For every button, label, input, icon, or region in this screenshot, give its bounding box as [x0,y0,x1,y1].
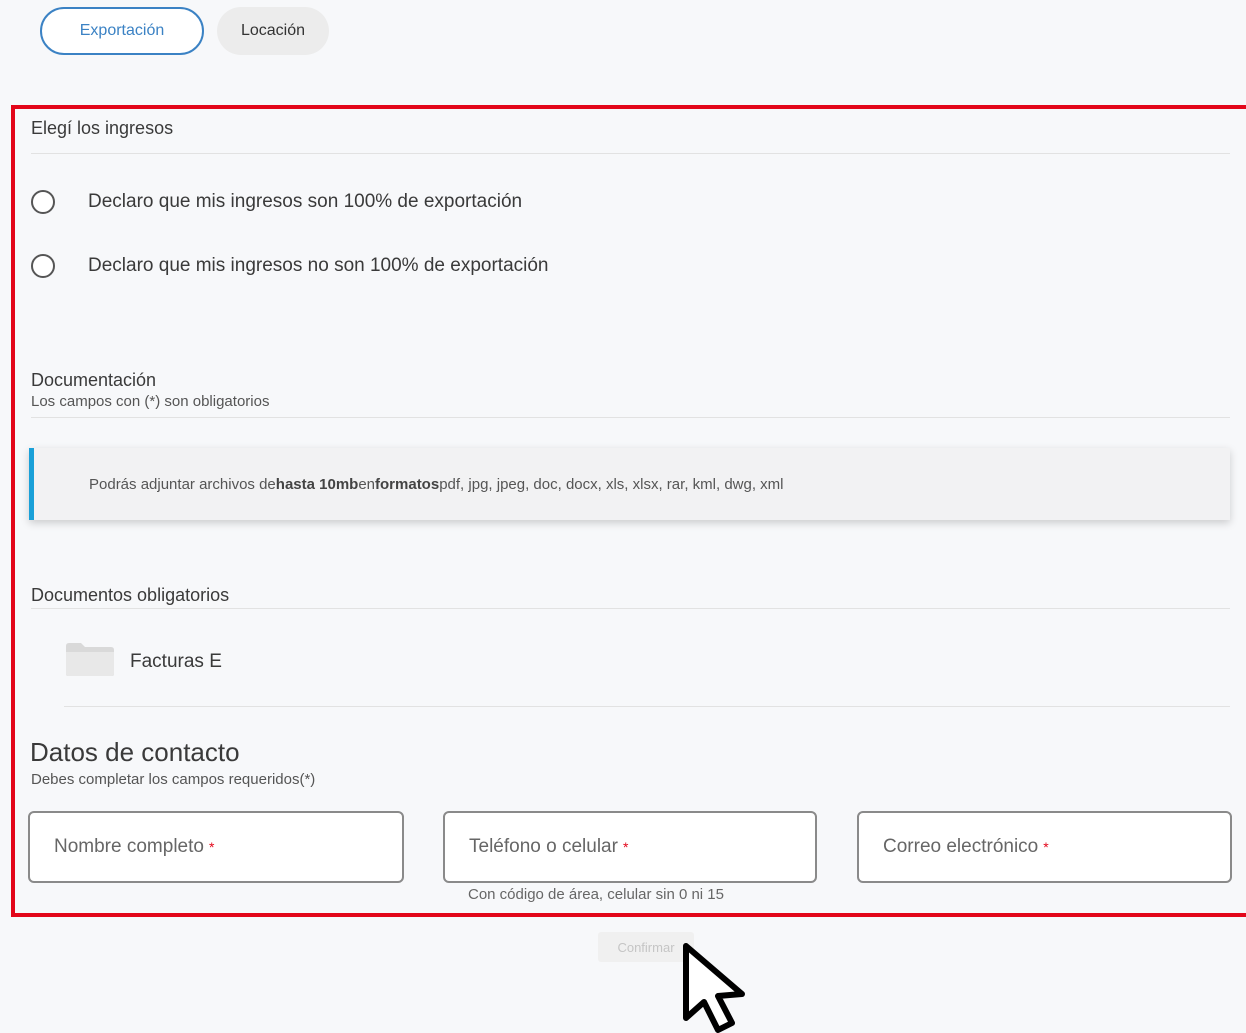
radio-unchecked-icon[interactable] [31,254,55,278]
page: Exportación Locación Elegí los ingresos … [0,0,1246,1033]
contact-subtitle: Debes completar los campos requeridos(*) [31,771,316,788]
full-name-input[interactable]: Nombre completo * [28,811,404,883]
tab-locacion[interactable]: Locación [217,7,329,55]
income-section-title: Elegí los ingresos [31,118,174,138]
info-text-prefix: Podrás adjuntar archivos de [89,475,276,493]
phone-placeholder: Teléfono o celular [469,836,618,857]
income-option-100[interactable]: Declaro que mis ingresos son 100% de exp… [31,190,522,214]
radio-unchecked-icon[interactable] [31,190,55,214]
mouse-pointer-icon [682,942,762,1033]
folder-label: Facturas E [130,650,222,672]
mandatory-docs-divider [31,608,1230,609]
contact-title: Datos de contacto [30,737,240,767]
info-text-size: hasta 10mb [275,475,359,493]
info-text-formats-label: formatos [375,475,440,493]
income-divider [31,153,1230,154]
confirm-button[interactable]: Confirmar [598,932,694,962]
email-placeholder: Correo electrónico [883,836,1039,857]
file-format-info-card: Podrás adjuntar archivos de hasta 10mb e… [29,448,1230,520]
full-name-placeholder: Nombre completo [54,836,204,857]
phone-helper-text: Con código de área, celular sin 0 ni 15 [468,886,724,903]
folder-item-facturas-e[interactable]: Facturas E [64,640,222,683]
tab-exportacion[interactable]: Exportación [40,7,204,55]
required-asterisk: * [1043,839,1049,855]
radio-label: Declaro que mis ingresos no son 100% de … [88,255,549,276]
documentation-subtitle: Los campos con (*) son obligatorios [31,393,270,410]
income-option-not-100[interactable]: Declaro que mis ingresos no son 100% de … [31,254,549,278]
email-input[interactable]: Correo electrónico * [857,811,1232,883]
info-text-middle: en [358,475,376,493]
documentation-title: Documentación [31,370,157,390]
required-asterisk: * [622,839,629,855]
info-text-formats: pdf, jpg, jpeg, doc, docx, xls, xlsx, ra… [439,475,784,493]
radio-label: Declaro que mis ingresos son 100% de exp… [88,191,523,212]
folder-divider [64,706,1230,707]
mandatory-docs-title: Documentos obligatorios [31,585,230,605]
documentation-divider [31,417,1230,418]
required-asterisk: * [208,839,215,855]
phone-input[interactable]: Teléfono o celular * [443,811,817,883]
folder-icon [64,640,116,683]
